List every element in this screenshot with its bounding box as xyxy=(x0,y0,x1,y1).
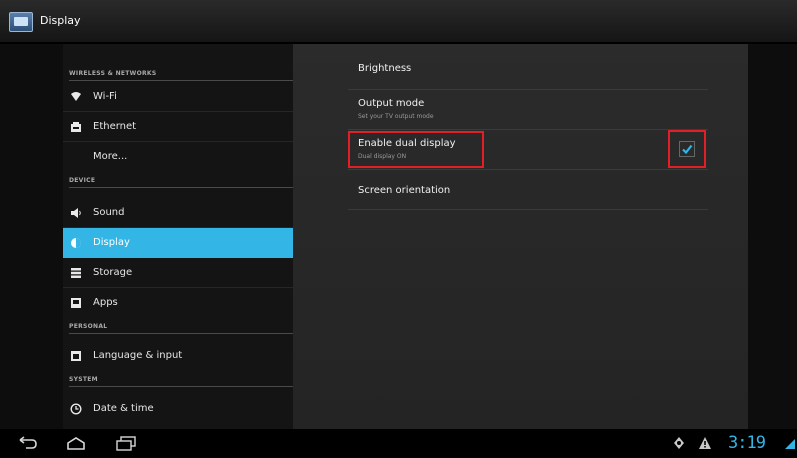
sidebar-item-wifi[interactable]: Wi-Fi xyxy=(63,82,293,112)
highlight-box xyxy=(348,131,484,168)
status-clock: 3:19 xyxy=(728,433,766,453)
section-header-device: DEVICE xyxy=(69,177,96,184)
sidebar-item-more[interactable]: More... xyxy=(63,142,293,172)
storage-icon xyxy=(70,267,82,279)
setting-output-mode[interactable]: Output mode Set your TV output mode xyxy=(348,90,708,130)
sidebar-item-label: Sound xyxy=(93,207,125,218)
display-icon xyxy=(70,237,82,249)
section-divider xyxy=(69,386,293,387)
sidebar-item-label: Storage xyxy=(93,267,133,278)
setting-title: Brightness xyxy=(358,63,412,74)
display-settings-pane: Brightness Output mode Set your TV outpu… xyxy=(293,44,748,429)
display-settings-icon[interactable] xyxy=(9,12,33,32)
section-divider xyxy=(69,333,293,334)
sidebar-item-label: Apps xyxy=(93,297,118,308)
app-title: Display xyxy=(40,14,81,27)
section-header-system: SYSTEM xyxy=(69,376,98,383)
keyboard-icon xyxy=(70,350,82,362)
sidebar-item-label: Wi-Fi xyxy=(93,91,117,102)
settings-sidebar: WIRELESS & NETWORKS Wi-Fi Ethernet More.… xyxy=(63,44,293,429)
sidebar-item-ethernet[interactable]: Ethernet xyxy=(63,112,293,142)
sidebar-item-apps[interactable]: Apps xyxy=(63,288,293,318)
sidebar-item-language[interactable]: Language & input xyxy=(63,341,293,371)
back-icon[interactable] xyxy=(16,435,40,451)
settings-content: WIRELESS & NETWORKS Wi-Fi Ethernet More.… xyxy=(0,44,797,429)
speaker-icon xyxy=(70,207,82,219)
section-divider xyxy=(69,80,293,81)
sidebar-item-label: Language & input xyxy=(93,350,183,361)
highlight-box xyxy=(668,130,706,168)
wifi-icon xyxy=(70,91,82,103)
setting-brightness[interactable]: Brightness xyxy=(348,50,708,90)
setting-title: Output mode xyxy=(358,98,425,109)
sidebar-item-label: Display xyxy=(93,237,130,248)
sidebar-item-label: More... xyxy=(93,151,128,162)
clock-icon xyxy=(70,403,82,415)
setting-summary: Set your TV output mode xyxy=(358,113,434,120)
section-header-personal: PERSONAL xyxy=(69,323,108,330)
sidebar-item-storage[interactable]: Storage xyxy=(63,258,293,288)
sidebar-item-sound[interactable]: Sound xyxy=(63,198,293,228)
recent-apps-icon[interactable] xyxy=(114,435,138,451)
sidebar-item-display[interactable]: Display xyxy=(63,228,293,258)
setting-screen-orientation[interactable]: Screen orientation xyxy=(348,170,708,210)
apps-icon xyxy=(70,297,82,309)
signal-icon xyxy=(785,439,795,449)
sidebar-item-label: Ethernet xyxy=(93,121,137,132)
ethernet-icon xyxy=(70,121,82,133)
section-header-wireless: WIRELESS & NETWORKS xyxy=(69,70,157,77)
warning-icon xyxy=(699,437,711,449)
action-bar: Display xyxy=(0,0,797,44)
system-navigation-bar: 3:19 xyxy=(0,429,797,458)
sidebar-item-date-time[interactable]: Date & time xyxy=(63,394,293,424)
home-icon[interactable] xyxy=(64,435,88,451)
usb-icon xyxy=(674,437,684,449)
section-divider xyxy=(69,187,293,188)
setting-title: Screen orientation xyxy=(358,185,451,196)
sidebar-item-label: Date & time xyxy=(93,403,154,414)
